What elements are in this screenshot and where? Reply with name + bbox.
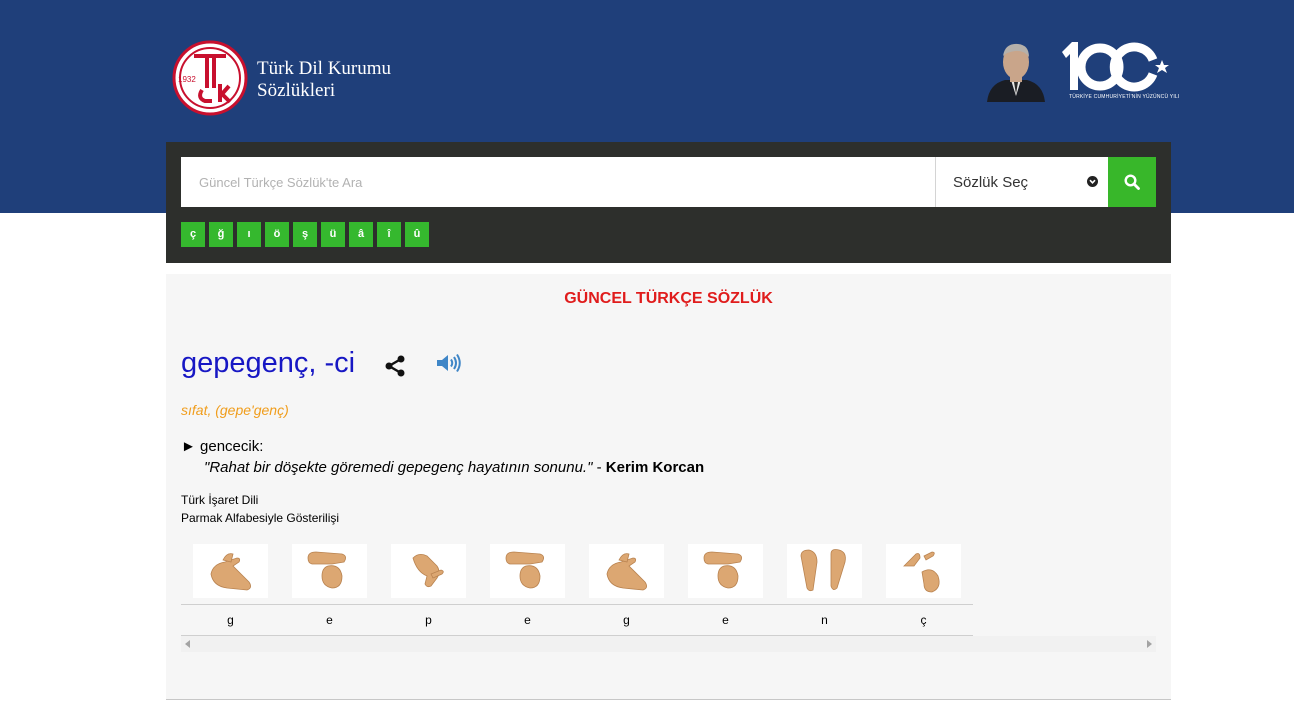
entry-word: gepegenç, -ci xyxy=(181,347,356,379)
example-separator: - xyxy=(592,459,606,476)
site-title[interactable]: Türk Dil Kurumu Sözlükleri xyxy=(257,58,391,102)
centennial-caption: TÜRKİYE CUMHURİYETİ'NİN YÜZÜNCÜ YILI xyxy=(1069,94,1180,100)
table-divider xyxy=(181,604,973,605)
hand-sign-e-icon xyxy=(688,544,763,598)
site-title-line1: Türk Dil Kurumu xyxy=(257,58,392,79)
special-char-button-o-umlaut[interactable]: ö xyxy=(265,222,289,247)
scroll-right-arrow-icon[interactable] xyxy=(1147,640,1152,648)
sign-letter: n xyxy=(821,613,828,627)
special-char-button-u-circumflex[interactable]: û xyxy=(405,222,429,247)
hand-sign-g-icon xyxy=(589,544,664,598)
share-icon[interactable] xyxy=(383,354,407,378)
example-sentence: "Rahat bir döşekte göremedi gepegenç hay… xyxy=(204,459,704,476)
hand-sign-e-icon xyxy=(490,544,565,598)
special-char-button-s-cedilla[interactable]: ş xyxy=(293,222,317,247)
example-quote: "Rahat bir döşekte göremedi gepegenç hay… xyxy=(204,459,593,476)
search-icon xyxy=(1124,174,1140,190)
entry-panel: GÜNCEL TÜRKÇE SÖZLÜK gepegenç, -ci sıfat… xyxy=(166,274,1171,700)
dictionary-title: GÜNCEL TÜRKÇE SÖZLÜK xyxy=(564,290,773,307)
sign-letter: g xyxy=(623,613,630,627)
meaning-marker: ► xyxy=(181,438,196,455)
sign-letter: g xyxy=(227,613,234,627)
svg-text:1932: 1932 xyxy=(178,75,196,84)
dictionary-select-label: Sözlük Seç xyxy=(953,174,1029,191)
meaning-text: gencecik: xyxy=(200,438,264,455)
chevron-down-icon xyxy=(1087,176,1098,187)
hand-sign-g-icon xyxy=(193,544,268,598)
special-char-button-dotless-i[interactable]: ı xyxy=(237,222,261,247)
scroll-left-arrow-icon[interactable] xyxy=(185,640,190,648)
part-of-speech: sıfat, (gepe'genç) xyxy=(181,402,289,418)
hand-sign-n-icon xyxy=(787,544,862,598)
speaker-icon[interactable] xyxy=(435,352,461,374)
sign-letter: e xyxy=(326,613,333,627)
special-char-button-g-breve[interactable]: ğ xyxy=(209,222,233,247)
horizontal-scrollbar[interactable] xyxy=(181,636,1156,652)
search-input[interactable] xyxy=(181,157,935,207)
search-button[interactable] xyxy=(1108,157,1156,207)
sign-letter: e xyxy=(524,613,531,627)
sign-letter: p xyxy=(425,613,432,627)
dictionary-select[interactable]: Sözlük Seç xyxy=(935,157,1108,207)
special-char-button-u-umlaut[interactable]: ü xyxy=(321,222,345,247)
meaning-line: ► gencecik: xyxy=(181,438,263,455)
sign-language-title: Türk İşaret Dili xyxy=(181,493,259,507)
site-title-line2: Sözlükleri xyxy=(257,80,336,101)
special-char-button-a-circumflex[interactable]: â xyxy=(349,222,373,247)
tdk-logo[interactable]: 1932 xyxy=(172,40,248,116)
hand-sign-e-icon xyxy=(292,544,367,598)
sign-language-table: g e p e g e n ç xyxy=(181,540,973,636)
special-char-button-i-circumflex[interactable]: î xyxy=(377,222,401,247)
hand-sign-c-cedilla-icon xyxy=(886,544,961,598)
sign-language-subtitle: Parmak Alfabesiyle Gösterilişi xyxy=(181,511,340,525)
search-panel: Sözlük Seç ç ğ ı ö ş ü â î û xyxy=(166,142,1171,263)
sign-letter: ç xyxy=(920,613,927,627)
example-author: Kerim Korcan xyxy=(605,459,705,476)
special-char-button-c-cedilla[interactable]: ç xyxy=(181,222,205,247)
hand-sign-p-icon xyxy=(391,544,466,598)
ataturk-portrait xyxy=(987,43,1045,102)
sign-letter: e xyxy=(722,613,729,627)
